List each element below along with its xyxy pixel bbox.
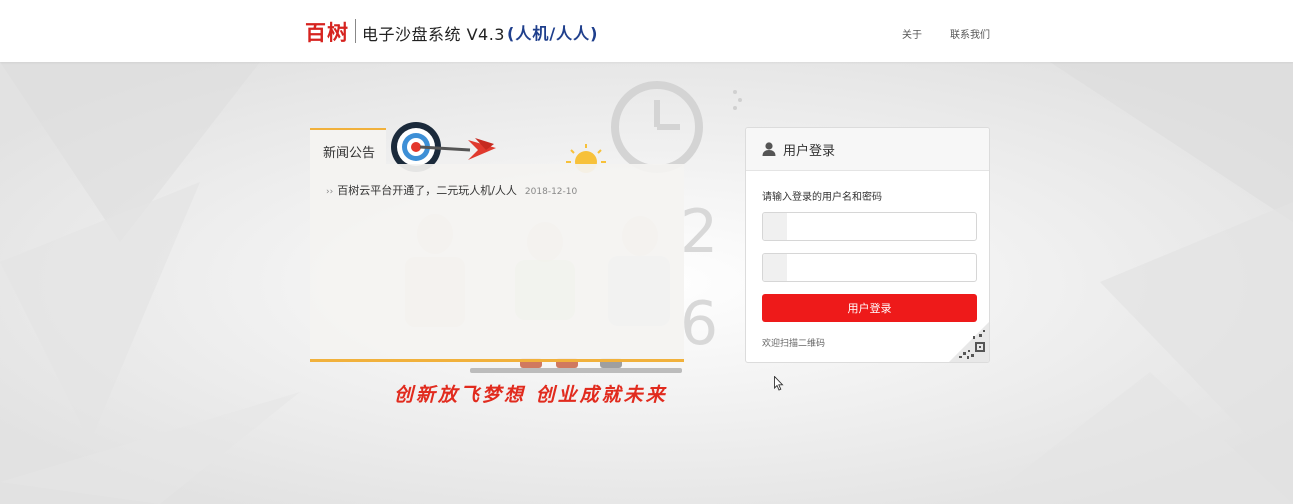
qr-code-icon[interactable] <box>949 322 989 362</box>
password-input-prefix <box>763 254 787 281</box>
news-bullet: ›› <box>326 187 334 197</box>
user-icon <box>762 142 776 156</box>
nav-contact-link[interactable]: 联系我们 <box>950 26 990 41</box>
brand-logo[interactable]: 百树 <box>305 17 349 47</box>
system-title: 电子沙盘系统 V4.3 <box>362 25 505 44</box>
svg-text:2: 2 <box>680 197 718 267</box>
username-input-prefix <box>763 213 787 240</box>
login-header: 用户登录 <box>746 128 989 171</box>
svg-text:6: 6 <box>680 289 718 359</box>
logo-divider <box>355 19 356 43</box>
login-hint: 请输入登录的用户名和密码 <box>762 192 882 203</box>
news-panel: ›› 百树云平台开通了，二元玩人机/人人 2018-12-10 <box>310 164 684 362</box>
top-header: 百树 电子沙盘系统 V4.3 (人机/人人) 关于 联系我们 <box>0 0 1293 62</box>
system-mode: (人机/人人) <box>507 24 599 43</box>
mouse-pointer-icon <box>774 376 784 391</box>
news-tab[interactable]: 新闻公告 <box>310 128 386 164</box>
login-panel: 用户登录 请输入登录的用户名和密码 用户登录 欢迎扫描二维码 <box>745 127 990 363</box>
slogan-text: 创新放飞梦想 创业成就未来 <box>394 384 668 406</box>
news-date: 2018-12-10 <box>524 187 578 197</box>
password-input[interactable] <box>762 253 977 282</box>
nav-about-link[interactable]: 关于 <box>902 26 922 41</box>
news-title[interactable]: 百树云平台开通了，二元玩人机/人人 <box>337 182 517 198</box>
qr-hint-text: 欢迎扫描二维码 <box>762 339 826 349</box>
username-input[interactable] <box>762 212 977 241</box>
news-item[interactable]: ›› 百树云平台开通了，二元玩人机/人人 2018-12-10 <box>326 182 577 198</box>
login-title: 用户登录 <box>783 143 836 159</box>
login-submit-button[interactable]: 用户登录 <box>762 294 977 322</box>
